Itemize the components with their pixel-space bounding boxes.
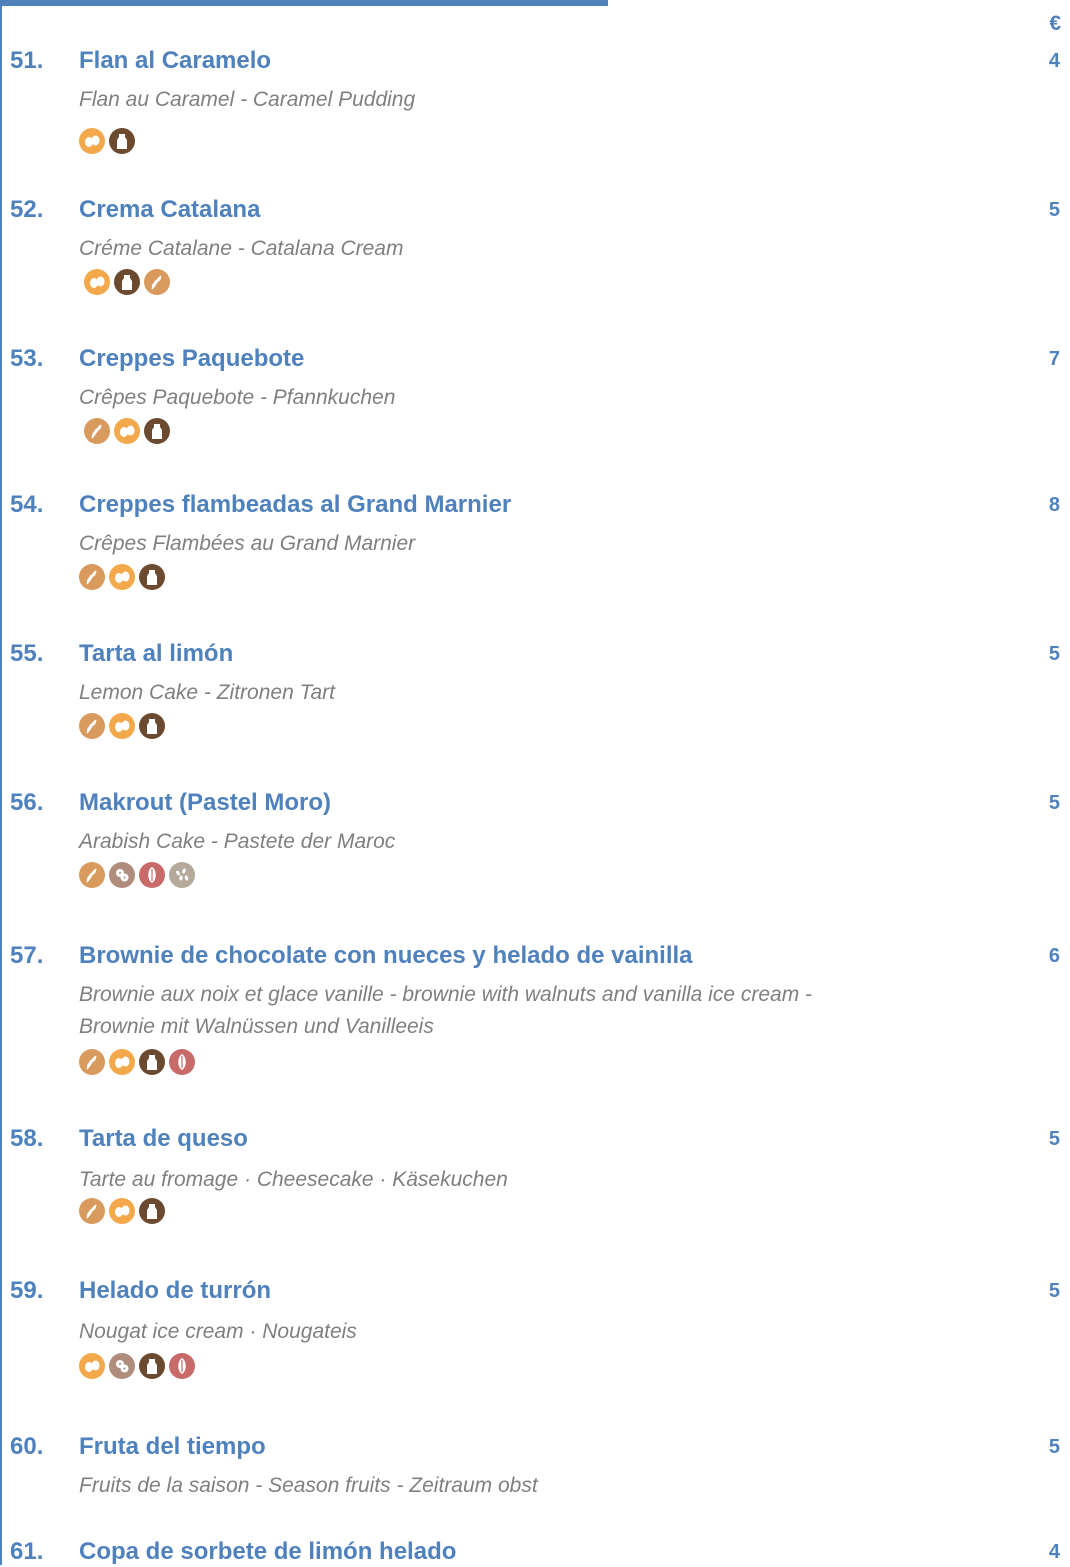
- egg-icon: [109, 564, 135, 590]
- item-price: 4: [1048, 50, 1060, 72]
- egg-icon: [79, 128, 105, 154]
- item-price: 5: [1048, 1280, 1060, 1302]
- item-description: Arabish Cake - Pastete der Maroc: [79, 830, 396, 853]
- milk-icon: [139, 713, 165, 739]
- top-accent-bar: [0, 0, 608, 6]
- item-description: Crêpes Flambées au Grand Marnier: [79, 532, 416, 555]
- gluten-icon: [79, 713, 105, 739]
- gluten-icon: [79, 862, 105, 888]
- item-name: Copa de sorbete de limón helado: [79, 1538, 457, 1565]
- egg-icon: [109, 1049, 135, 1075]
- gluten-icon: [79, 1049, 105, 1075]
- item-price: 5: [1048, 792, 1060, 814]
- egg-icon: [84, 269, 110, 295]
- gluten-icon: [144, 269, 170, 295]
- gluten-icon: [79, 564, 105, 590]
- item-description: Crêpes Paquebote - Pfannkuchen: [79, 386, 396, 409]
- item-name: Makrout (Pastel Moro): [79, 789, 332, 816]
- allergen-icons: [79, 713, 165, 741]
- item-description: Flan au Caramel - Caramel Pudding: [79, 88, 416, 111]
- left-accent-bar: [0, 0, 2, 1565]
- currency-header: €: [1049, 12, 1061, 35]
- sesame-icon: [169, 862, 195, 888]
- item-name: Flan al Caramelo: [79, 47, 272, 74]
- milk-icon: [144, 418, 170, 444]
- allergen-icons: [84, 269, 170, 297]
- item-price: 6: [1048, 945, 1060, 967]
- item-name: Creppes flambeadas al Grand Marnier: [79, 491, 512, 518]
- peanut-icon: [109, 862, 135, 888]
- item-number: 56.: [10, 789, 44, 816]
- item-price: 5: [1048, 1128, 1060, 1150]
- nuts-icon: [169, 1353, 195, 1379]
- item-name: Brownie de chocolate con nueces y helado…: [79, 942, 693, 969]
- gluten-icon: [79, 1198, 105, 1224]
- item-number: 52.: [10, 196, 44, 223]
- milk-icon: [139, 1049, 165, 1075]
- milk-icon: [109, 128, 135, 154]
- item-name: Helado de turrón: [79, 1277, 272, 1304]
- milk-icon: [139, 564, 165, 590]
- item-price: 7: [1048, 348, 1060, 370]
- allergen-icons: [79, 564, 165, 592]
- milk-icon: [139, 1353, 165, 1379]
- item-price: 4: [1048, 1541, 1060, 1563]
- item-description: Créme Catalane - Catalana Cream: [79, 237, 404, 260]
- item-number: 61.: [10, 1538, 44, 1565]
- item-number: 53.: [10, 345, 44, 372]
- item-number: 55.: [10, 640, 44, 667]
- item-price: 5: [1048, 1436, 1060, 1458]
- item-name: Fruta del tiempo: [79, 1433, 266, 1460]
- item-number: 57.: [10, 942, 44, 969]
- item-name: Tarta de queso: [79, 1125, 248, 1152]
- allergen-icons: [79, 862, 195, 890]
- allergen-icons: [79, 1049, 195, 1077]
- item-number: 51.: [10, 47, 44, 74]
- item-description: Fruits de la saison - Season fruits - Ze…: [79, 1474, 538, 1497]
- egg-icon: [79, 1353, 105, 1379]
- item-number: 60.: [10, 1433, 44, 1460]
- egg-icon: [114, 418, 140, 444]
- item-description: Lemon Cake - Zitronen Tart: [79, 681, 336, 704]
- nuts-icon: [169, 1049, 195, 1075]
- allergen-icons: [79, 128, 135, 156]
- allergen-icons: [84, 418, 170, 446]
- nuts-icon: [139, 862, 165, 888]
- milk-icon: [114, 269, 140, 295]
- item-number: 58.: [10, 1125, 44, 1152]
- egg-icon: [109, 713, 135, 739]
- peanut-icon: [109, 1353, 135, 1379]
- item-description: Brownie aux noix et glace vanille - brow…: [79, 983, 813, 1006]
- item-price: 5: [1048, 643, 1060, 665]
- allergen-icons: [79, 1353, 195, 1381]
- item-description: Brownie mit Walnüssen und Vanilleeis: [79, 1015, 434, 1038]
- gluten-icon: [84, 418, 110, 444]
- item-name: Crema Catalana: [79, 196, 261, 223]
- item-price: 5: [1048, 199, 1060, 221]
- item-price: 8: [1048, 494, 1060, 516]
- item-description: Tarte au fromage · Cheesecake · Käsekuch…: [79, 1168, 508, 1191]
- allergen-icons: [79, 1198, 165, 1226]
- milk-icon: [139, 1198, 165, 1224]
- item-name: Tarta al limón: [79, 640, 234, 667]
- item-description: Nougat ice cream · Nougateis: [79, 1320, 357, 1343]
- item-name: Creppes Paquebote: [79, 345, 305, 372]
- egg-icon: [109, 1198, 135, 1224]
- item-number: 59.: [10, 1277, 44, 1304]
- item-number: 54.: [10, 491, 44, 518]
